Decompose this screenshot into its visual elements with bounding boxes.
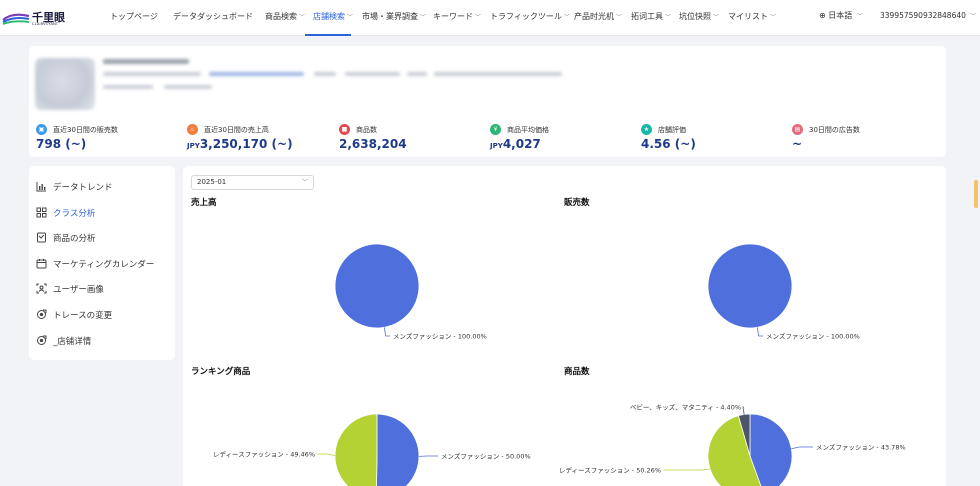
nav-item-keyword[interactable]: キーワード ﹀: [433, 0, 481, 36]
shop-tag-redacted: [164, 85, 212, 89]
box-icon: ■: [339, 124, 350, 135]
pie-data-label: レディースファッション - 49.46%: [213, 449, 315, 458]
pie-data-label: メンズファッション - 100.00%: [393, 331, 487, 340]
ad-icon: ▤: [792, 124, 803, 135]
nav-item-word-tools[interactable]: 拓词工具 ﹀: [631, 0, 671, 36]
analysis-sidebar: データトレンド クラス分析 商品の分析 マーケティングカレンダー ユーザー画像 …: [29, 166, 175, 360]
shop-meta-redacted: [314, 72, 336, 76]
nav-item-time-machine[interactable]: 产品时光机 ﹀: [574, 0, 622, 36]
class-analysis-panel: 2025-01 ﹀ 売上高 販売数 ランキング商品 商品数 メンズファッション …: [183, 166, 946, 486]
pie-leader-line: [791, 446, 813, 450]
nav-item-top[interactable]: トップページ: [110, 0, 158, 36]
language-switcher[interactable]: ⊕ 日本語 ﹀: [819, 0, 863, 36]
shop-meta-redacted: [345, 72, 400, 76]
sidebar-item-class-analysis[interactable]: クラス分析: [36, 204, 171, 222]
chevron-down-icon: ﹀: [713, 14, 720, 21]
chevron-down-icon: ﹀: [616, 14, 623, 21]
pie-leader-line: [742, 406, 745, 415]
nav-item-market-research[interactable]: 市場・業界調査 ﹀: [362, 0, 426, 36]
bar-chart-icon: [36, 182, 46, 192]
pie-slice: [376, 413, 420, 486]
grid-icon: [36, 207, 47, 218]
metric-average-price: ¥ 商品平均価格 JPY4,027: [490, 124, 549, 151]
cart-icon: ▣: [36, 124, 47, 135]
shop-tag-redacted: [103, 85, 153, 89]
chevron-down-icon: ﹀: [475, 14, 482, 21]
nav-item-slot-snapshot[interactable]: 坑位快照 ﹀: [679, 0, 719, 36]
pie-data-label: メンズファッション - 50.00%: [441, 451, 531, 460]
sidebar-item-product-analysis[interactable]: 商品の分析: [36, 229, 171, 247]
logo[interactable]: 千里眼 CLAIRVOYANT: [0, 6, 70, 30]
chevron-down-icon: ﹀: [770, 14, 777, 21]
user-scan-icon: [36, 283, 47, 294]
sidebar-item-shop-details[interactable]: _店铺详情: [36, 332, 171, 350]
chevron-down-icon: ﹀: [970, 13, 977, 20]
pie-leader-line: [756, 327, 763, 337]
nav-item-product-search[interactable]: 商品検索 ﹀: [265, 0, 305, 36]
shop-meta-redacted: [407, 72, 427, 76]
pie-leader-line: [318, 453, 336, 457]
target-icon: [37, 335, 47, 345]
nav-item-traffic-tools[interactable]: トラフィックツール ﹀: [490, 0, 570, 36]
nav-item-dashboard[interactable]: データダッシュボード: [173, 0, 253, 36]
fire-icon: ♨: [187, 124, 198, 135]
chevron-down-icon: ﹀: [856, 13, 863, 20]
metric-ad-count: ▤ 30日間の広告数 ~: [792, 124, 860, 151]
star-icon: ★: [641, 124, 652, 135]
nav-item-my-list[interactable]: マイリスト ﹀: [728, 0, 776, 36]
pie-data-label: メンズファッション - 100.00%: [766, 331, 860, 340]
pie-data-label: メンズファッション - 43.78%: [816, 442, 906, 451]
globe-icon: ⊕: [819, 11, 826, 20]
chevron-down-icon: ﹀: [420, 14, 427, 21]
pie-leader-line: [664, 468, 711, 471]
shop-avatar: [35, 58, 95, 110]
top-navigation: 千里眼 CLAIRVOYANT トップページ データダッシュボード 商品検索 ﹀ …: [0, 0, 980, 36]
shop-url-redacted[interactable]: [209, 72, 304, 76]
sidebar-item-marketing-calendar[interactable]: マーケティングカレンダー: [36, 255, 171, 273]
pie-slice: [334, 413, 378, 486]
sidebar-item-user-image[interactable]: ユーザー画像: [36, 280, 171, 298]
shop-info-card: ▣ 直近30日間の販売数 798 (~) ♨ 直近30日間の売上高 JPY3,2…: [29, 46, 946, 157]
metric-product-count: ■ 商品数 2,638,204: [339, 124, 407, 151]
scroll-indicator[interactable]: [974, 180, 978, 208]
pie-slice: [334, 243, 420, 329]
pie-data-label: レディースファッション - 50.26%: [559, 465, 661, 474]
shop-name-redacted: [103, 59, 189, 64]
logo-mark-icon: [2, 13, 30, 25]
shop-meta-redacted: [434, 72, 562, 76]
document-icon: [37, 232, 46, 243]
category-pie-charts: メンズファッション - 100.00% メンズファッション - 100.00% メン…: [213, 243, 906, 486]
user-account[interactable]: 33995759093284864​0 ﹀: [880, 0, 976, 36]
target-icon: [37, 309, 47, 319]
pie-slice: [707, 243, 793, 329]
metric-shop-rating: ★ 店舗評価 4.56 (~): [641, 124, 696, 151]
pie-data-label: ベビー、キッズ、マタニティ - 4.40%: [630, 402, 741, 411]
brand-subtitle: CLAIRVOYANT: [32, 22, 59, 26]
nav-item-shop-search[interactable]: 店舗検索 ﹀: [305, 0, 354, 36]
metric-sales-count: ▣ 直近30日間の販売数 798 (~): [36, 124, 118, 151]
chevron-down-icon: ﹀: [347, 14, 354, 21]
chevron-down-icon: ﹀: [665, 14, 672, 21]
price-tag-icon: ¥: [490, 124, 501, 135]
sidebar-item-trace-changes[interactable]: トレースの変更: [36, 306, 171, 324]
metric-revenue: ♨ 直近30日間の売上高 JPY3,250,170 (~): [187, 124, 293, 151]
sidebar-item-data-trend[interactable]: データトレンド: [36, 178, 171, 196]
chevron-down-icon: ﹀: [563, 14, 570, 21]
pie-leader-line: [383, 327, 390, 337]
shop-meta-redacted: [103, 72, 201, 76]
calendar-icon: [36, 259, 47, 269]
